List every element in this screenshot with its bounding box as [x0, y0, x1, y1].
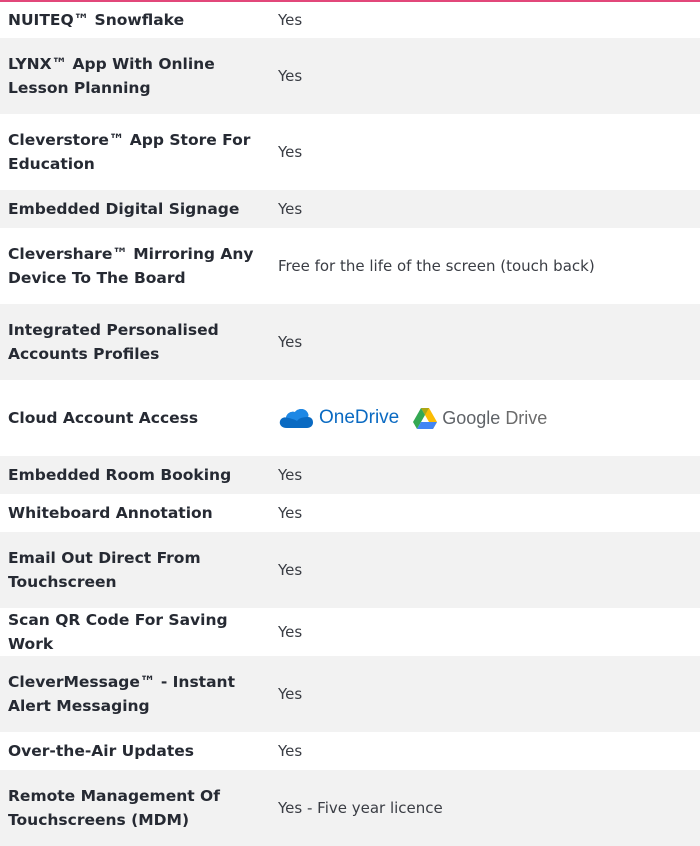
feature-name: LYNX™ App With Online Lesson Planning: [0, 38, 270, 114]
feature-name: Over-the-Air Updates: [8, 742, 194, 760]
google-drive-icon: [413, 407, 438, 429]
cloud-logos-cell: OneDrive Google Drive: [270, 380, 700, 456]
feature-name: Email Out Direct From Touchscreen: [0, 532, 270, 608]
feature-name: Integrated Personalised Accounts Profile…: [0, 304, 270, 380]
table-row: NUITEQ™ Snowflake Yes: [0, 2, 700, 38]
cloud-logos: OneDrive Google Drive: [278, 407, 692, 429]
feature-value: Yes: [278, 143, 303, 161]
feature-name: Embedded Room Booking: [0, 456, 270, 494]
feature-table: NUITEQ™ Snowflake Yes LYNX™ App With Onl…: [0, 2, 700, 846]
table-row: Cleverstore™ App Store For Education Yes: [0, 114, 700, 190]
feature-value: Yes: [270, 532, 700, 608]
feature-value: Yes - Five year licence: [270, 770, 700, 846]
feature-name: Cloud Account Access: [8, 409, 199, 427]
drive-word: Drive: [505, 407, 548, 428]
feature-value: Yes: [270, 456, 700, 494]
feature-name: Cleverstore™ App Store For Education: [8, 131, 251, 173]
table-row: Embedded Room Booking Yes: [0, 456, 700, 494]
feature-value: Yes: [270, 656, 700, 732]
feature-name: Remote Management Of Touchscreens (MDM): [0, 770, 270, 846]
feature-name: NUITEQ™ Snowflake: [8, 11, 185, 29]
onedrive-logo: OneDrive: [278, 407, 399, 429]
feature-name: Whiteboard Annotation: [8, 504, 213, 522]
feature-value: Yes: [278, 504, 303, 522]
table-row: LYNX™ App With Online Lesson Planning Ye…: [0, 38, 700, 114]
table-row: Cloud Account Access OneDrive Google Dri…: [0, 380, 700, 456]
feature-value: Yes: [270, 190, 700, 228]
google-word: Google: [442, 407, 501, 428]
table-row: CleverMessage™ - Instant Alert Messaging…: [0, 656, 700, 732]
table-row: Clevershare™ Mirroring Any Device To The…: [0, 228, 700, 304]
feature-name: Embedded Digital Signage: [0, 190, 270, 228]
table-row: Scan QR Code For Saving Work Yes: [0, 608, 700, 656]
table-row: Over-the-Air Updates Yes: [0, 732, 700, 770]
google-drive-label: Google Drive: [442, 408, 547, 429]
feature-name: CleverMessage™ - Instant Alert Messaging: [0, 656, 270, 732]
feature-name: Clevershare™ Mirroring Any Device To The…: [8, 245, 254, 287]
table-row: Embedded Digital Signage Yes: [0, 190, 700, 228]
onedrive-cloud-icon: [279, 408, 313, 428]
feature-value: Yes: [270, 38, 700, 114]
feature-value: Yes: [278, 742, 303, 760]
google-drive-logo: Google Drive: [413, 407, 547, 429]
table-row: Integrated Personalised Accounts Profile…: [0, 304, 700, 380]
table-row: Email Out Direct From Touchscreen Yes: [0, 532, 700, 608]
feature-value: Yes: [278, 11, 303, 29]
feature-value: Yes: [278, 623, 303, 641]
feature-name: Scan QR Code For Saving Work: [8, 611, 228, 653]
table-row: Whiteboard Annotation Yes: [0, 494, 700, 532]
feature-value: Yes: [270, 304, 700, 380]
feature-value: Free for the life of the screen (touch b…: [278, 257, 595, 275]
table-row: Remote Management Of Touchscreens (MDM) …: [0, 770, 700, 846]
onedrive-label: OneDrive: [319, 407, 400, 428]
